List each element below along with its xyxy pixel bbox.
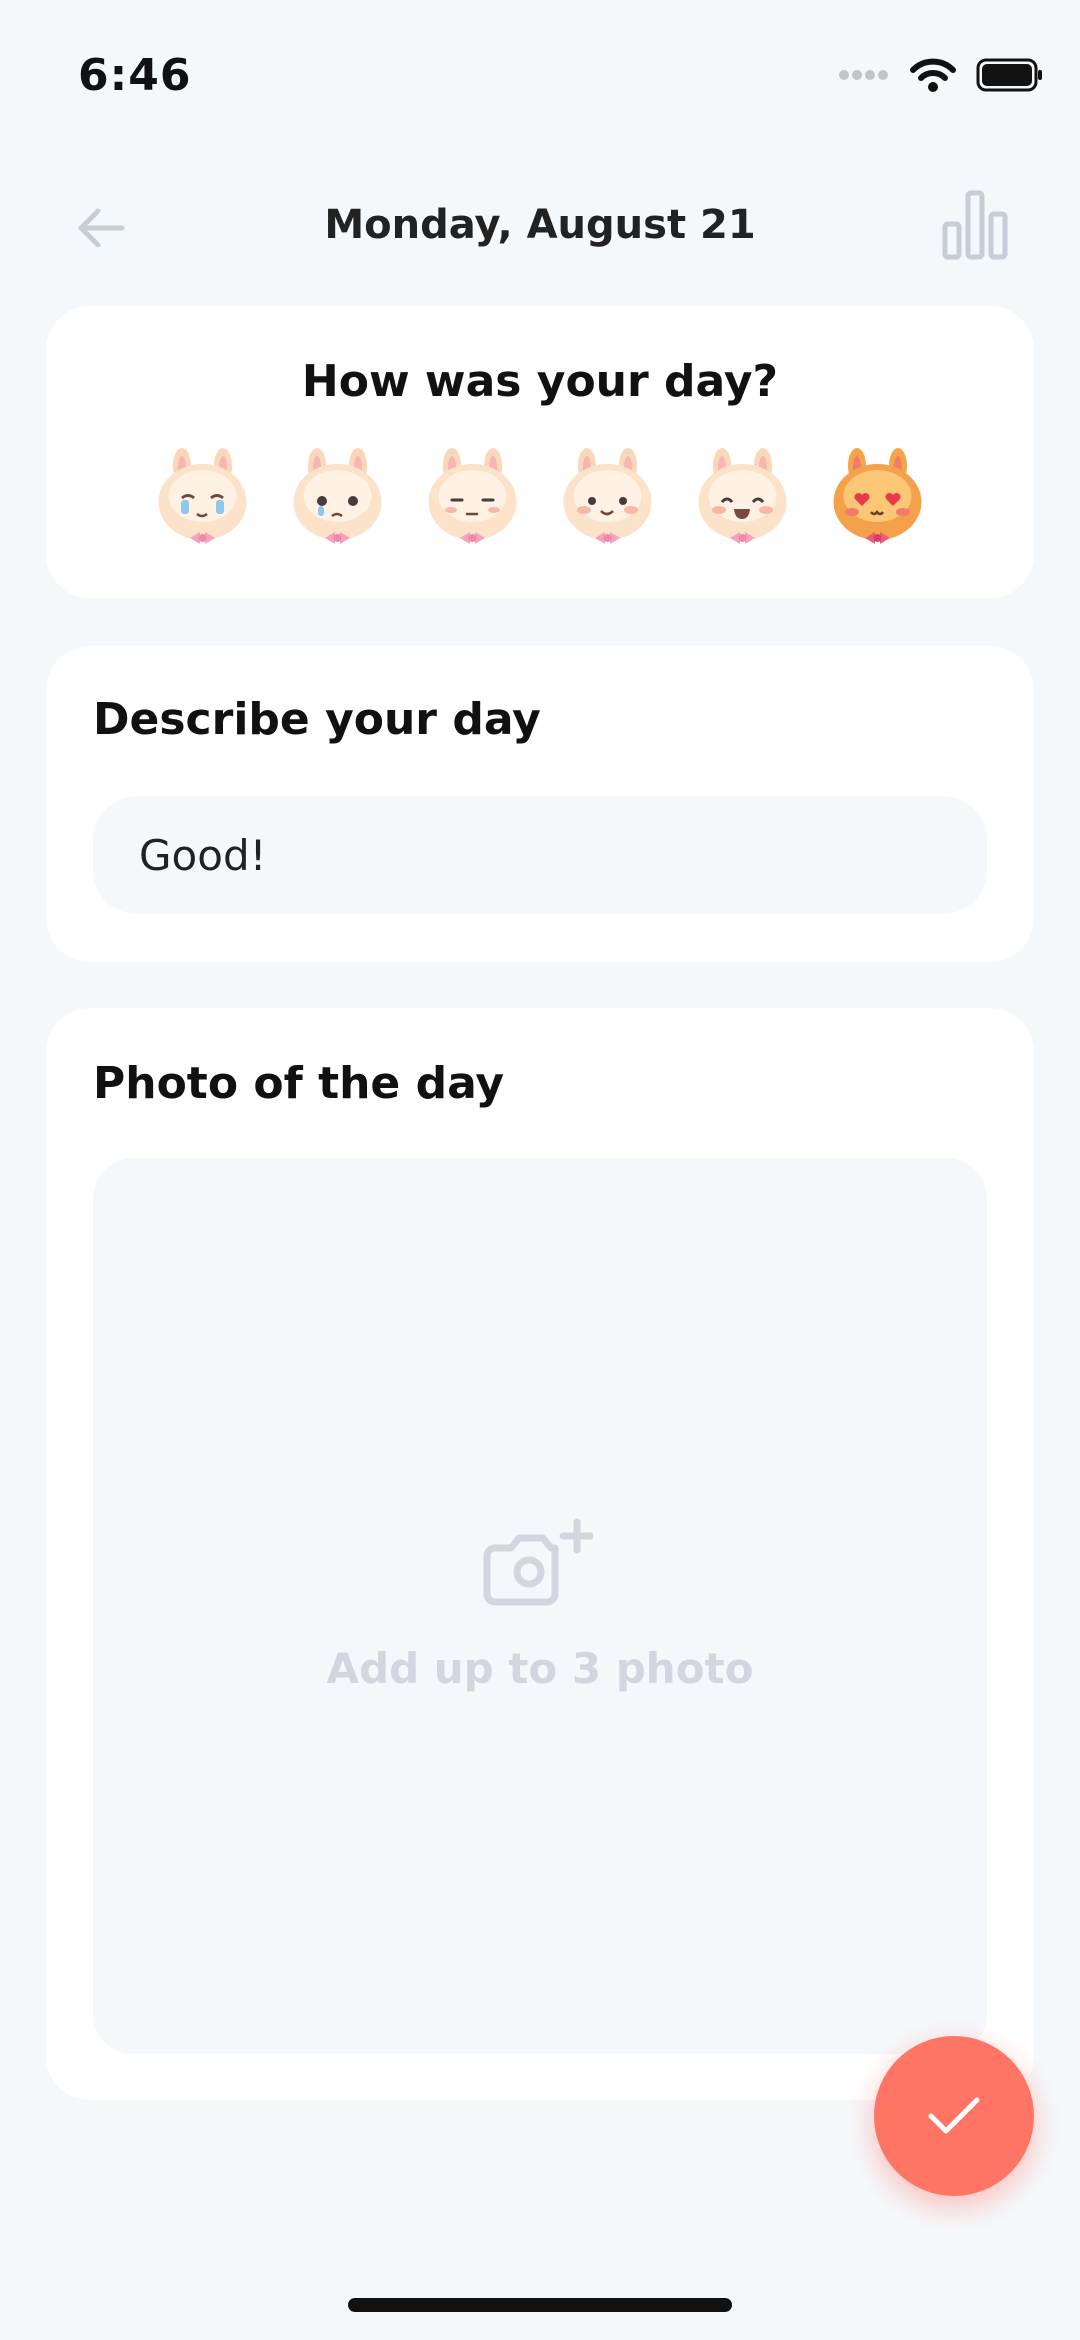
love-bunny-icon (833, 448, 922, 544)
mood-card: How was your day? (46, 306, 1034, 598)
day-description-value: Good! (139, 830, 267, 880)
describe-heading: Describe your day (93, 694, 541, 745)
photo-card: Photo of the day Add up to 3 photo (46, 1008, 1034, 2100)
status-bar: 6:46 (0, 0, 1080, 150)
mood-question: How was your day? (301, 356, 779, 407)
sad-bunny-icon (293, 448, 382, 544)
mood-option-1[interactable] (155, 446, 250, 551)
home-indicator[interactable] (348, 2298, 732, 2312)
camera-add-icon (483, 1518, 593, 1606)
add-photo-area[interactable]: Add up to 3 photo (93, 1158, 987, 2054)
status-time: 6:46 (78, 50, 192, 101)
day-description-field[interactable]: Good! (93, 796, 987, 914)
meh-bunny-icon (428, 448, 517, 544)
mood-option-5[interactable] (695, 446, 790, 551)
mood-option-3[interactable] (425, 446, 520, 551)
checkmark-icon (928, 2097, 980, 2134)
photo-hint: Add up to 3 photo (326, 1644, 754, 1693)
happy-bunny-icon (698, 448, 787, 544)
statistics-button[interactable] (942, 190, 1008, 260)
mood-option-2[interactable] (290, 446, 385, 551)
signal-icon (839, 70, 888, 80)
status-icons (838, 58, 1044, 92)
top-bar: Monday, August 21 (0, 180, 1080, 270)
save-button[interactable] (874, 2036, 1034, 2196)
describe-card: Describe your day Good! (46, 646, 1034, 962)
page-title: Monday, August 21 (324, 202, 756, 248)
mood-options (46, 446, 1034, 551)
mood-option-6[interactable] (830, 446, 925, 551)
crying-bunny-icon (158, 448, 247, 544)
battery-icon (976, 58, 1042, 92)
photo-heading: Photo of the day (93, 1058, 505, 1109)
bar-chart-icon (942, 190, 1008, 260)
mood-option-4[interactable] (560, 446, 655, 551)
content-bunny-icon (563, 448, 652, 544)
wifi-icon (910, 58, 956, 92)
